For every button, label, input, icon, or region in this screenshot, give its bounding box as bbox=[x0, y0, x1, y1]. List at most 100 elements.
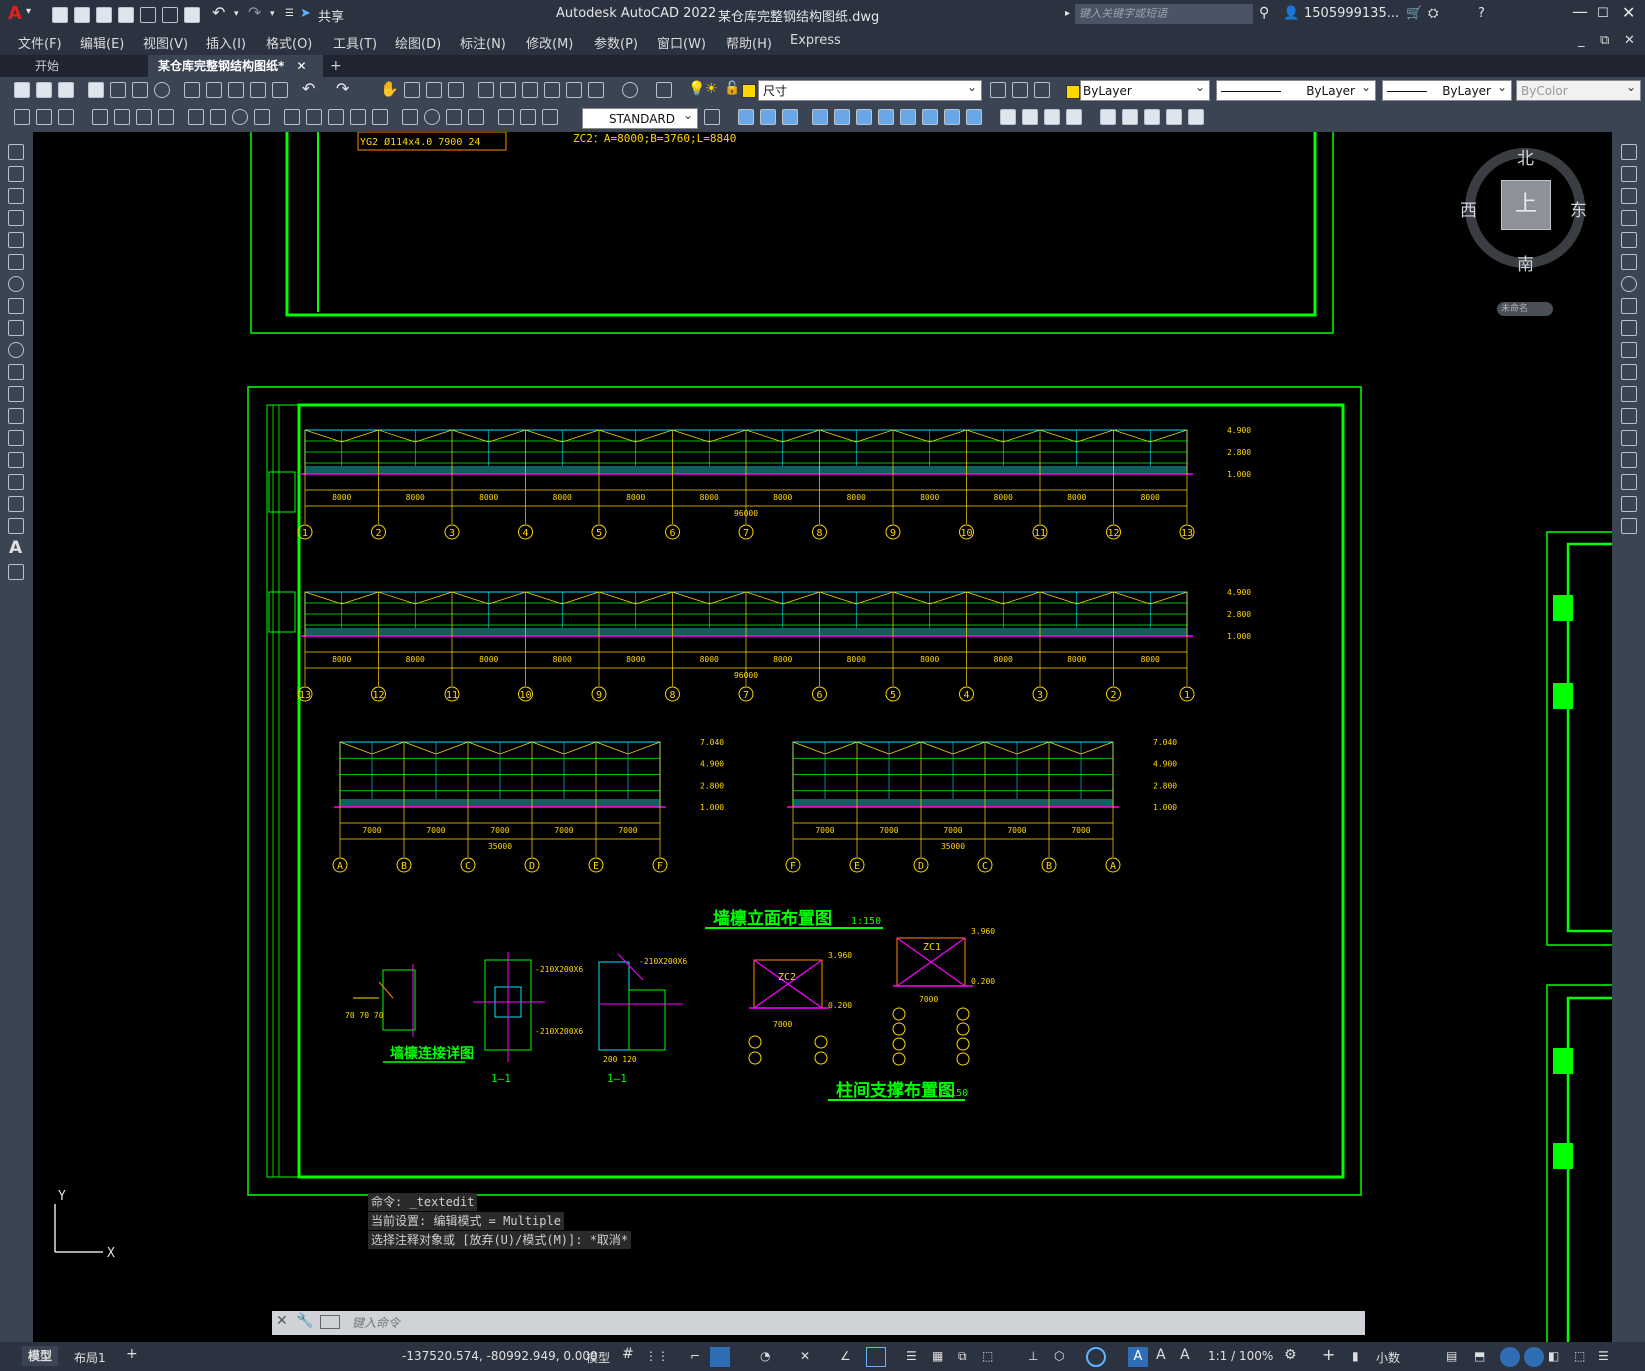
lock-ui-icon[interactable]: ⬒ bbox=[1474, 1349, 1485, 1363]
layout-tab-new[interactable]: + bbox=[126, 1346, 138, 1362]
line-icon[interactable] bbox=[8, 144, 24, 160]
isodraft-icon[interactable]: ✕ bbox=[800, 1349, 810, 1363]
arc-icon[interactable] bbox=[8, 254, 24, 270]
tab-current-drawing[interactable]: 某仓库完整钢结构图纸* ✕ bbox=[148, 55, 323, 77]
3d-dwf-icon[interactable] bbox=[154, 82, 170, 98]
units-icon[interactable]: ▮ bbox=[1352, 1349, 1359, 1363]
viewcube-south[interactable]: 南 bbox=[1517, 250, 1534, 275]
hardware-accel-icon[interactable]: ◧ bbox=[1548, 1349, 1559, 1363]
model-space-toggle[interactable]: 模型 bbox=[586, 1349, 610, 1366]
pan-icon[interactable]: ✋ bbox=[380, 80, 399, 98]
tb-redo-icon[interactable]: ↷ bbox=[336, 79, 349, 98]
user-name[interactable]: 1505999135... bbox=[1304, 6, 1399, 21]
break-point-icon[interactable] bbox=[1621, 386, 1637, 402]
tb2-tool-1-icon[interactable] bbox=[14, 109, 30, 125]
snap-icon[interactable]: ⋮⋮ bbox=[645, 1349, 669, 1363]
undo-icon[interactable]: ↶ bbox=[212, 3, 225, 22]
taper-faces-icon[interactable] bbox=[922, 109, 938, 125]
section-icon[interactable] bbox=[1144, 109, 1160, 125]
menu-express[interactable]: Express bbox=[790, 33, 841, 48]
help-icon[interactable]: ? bbox=[1478, 6, 1485, 21]
print-icon[interactable] bbox=[88, 82, 104, 98]
add-selected-icon[interactable] bbox=[8, 564, 24, 580]
copy-faces-icon[interactable] bbox=[944, 109, 960, 125]
customize-qat-icon[interactable]: ☰ bbox=[285, 8, 294, 19]
tb2-tool-3-icon[interactable] bbox=[58, 109, 74, 125]
dim-ordinate-icon[interactable] bbox=[158, 109, 174, 125]
annotation-scale-icon[interactable]: A bbox=[1180, 1347, 1190, 1363]
join-icon[interactable] bbox=[1621, 430, 1637, 446]
jogged-linear-icon[interactable] bbox=[468, 109, 484, 125]
web-open-icon[interactable] bbox=[140, 7, 156, 23]
menu-view[interactable]: 视图(V) bbox=[143, 33, 188, 52]
copy-icon[interactable] bbox=[206, 82, 222, 98]
fillet-icon[interactable] bbox=[1621, 474, 1637, 490]
undo-dropdown-icon[interactable]: ▾ bbox=[234, 9, 239, 19]
menu-help[interactable]: 帮助(H) bbox=[726, 33, 772, 52]
make-current-icon[interactable] bbox=[990, 82, 1006, 98]
layer-on-icon[interactable]: 💡 bbox=[688, 81, 705, 97]
dim-update-icon[interactable] bbox=[542, 109, 558, 125]
linetype-dropdown[interactable]: ByLayer bbox=[1216, 77, 1376, 101]
store-icon[interactable]: 🛒 bbox=[1406, 6, 1422, 21]
doc-minimize-icon[interactable]: _ bbox=[1578, 33, 1585, 48]
annotation-monitor-icon[interactable]: + bbox=[1322, 1345, 1335, 1364]
array-icon[interactable] bbox=[1621, 232, 1637, 248]
print-preview-icon[interactable] bbox=[110, 82, 126, 98]
tab-close-icon[interactable]: ✕ bbox=[296, 59, 306, 73]
publish-icon[interactable] bbox=[132, 82, 148, 98]
dim-angular-icon[interactable] bbox=[254, 109, 270, 125]
erase-icon[interactable] bbox=[1621, 144, 1637, 160]
infer-icon[interactable]: ⌐ bbox=[690, 1349, 700, 1363]
minimize-icon[interactable]: — bbox=[1572, 2, 1588, 21]
isolate-objects-icon[interactable] bbox=[1500, 1347, 1520, 1367]
quick-properties-icon[interactable]: ▤ bbox=[1446, 1349, 1457, 1363]
share-button[interactable]: 共享 bbox=[318, 6, 344, 25]
cmdline-customize-icon[interactable]: 🔧 bbox=[296, 1313, 313, 1329]
tb-undo-icon[interactable]: ↶ bbox=[302, 79, 315, 98]
redo-dropdown-icon[interactable]: ▾ bbox=[270, 9, 275, 19]
shell-icon[interactable] bbox=[1066, 109, 1082, 125]
circle-icon[interactable] bbox=[8, 276, 24, 292]
sheet-set-icon[interactable] bbox=[544, 82, 560, 98]
search-expand-icon[interactable]: ▸ bbox=[1065, 8, 1070, 19]
annotation-visibility-icon[interactable]: A bbox=[1128, 1347, 1148, 1367]
calculator-icon[interactable] bbox=[588, 82, 604, 98]
subtract-icon[interactable] bbox=[760, 109, 776, 125]
dim-radius-icon[interactable] bbox=[188, 109, 204, 125]
gradient-icon[interactable] bbox=[8, 474, 24, 490]
viewcube-west[interactable]: 西 bbox=[1460, 196, 1477, 221]
dim-text-edit-icon[interactable] bbox=[520, 109, 536, 125]
stretch-icon[interactable] bbox=[1621, 320, 1637, 336]
grid-icon[interactable]: # bbox=[622, 1346, 634, 1362]
layer-unlock-icon[interactable]: 🔓 bbox=[724, 81, 740, 96]
revcloud-icon[interactable] bbox=[8, 298, 24, 314]
dim-jogged-icon[interactable] bbox=[210, 109, 226, 125]
viewcube-north[interactable]: 北 bbox=[1517, 144, 1534, 169]
dim-style-dropdown[interactable]: STANDARD bbox=[582, 105, 698, 129]
doc-close-icon[interactable]: ✕ bbox=[1624, 33, 1635, 48]
move-icon[interactable] bbox=[1621, 254, 1637, 270]
rectangle-icon[interactable] bbox=[8, 232, 24, 248]
layer-state-icon[interactable] bbox=[1034, 82, 1050, 98]
cmdline-recent-icon[interactable] bbox=[320, 1315, 340, 1329]
transparency-icon[interactable]: ▦ bbox=[932, 1349, 943, 1363]
layer-dropdown[interactable]: 尺寸 bbox=[758, 77, 982, 101]
help-search-input[interactable]: 键入关键字或短语 bbox=[1075, 4, 1253, 24]
extrude-faces-icon[interactable] bbox=[812, 109, 828, 125]
explode-icon[interactable] bbox=[1621, 518, 1637, 534]
units-value[interactable]: 小数 bbox=[1376, 1349, 1400, 1366]
connect-icon[interactable]: ⛭ bbox=[1428, 6, 1438, 21]
save-icon[interactable] bbox=[96, 7, 112, 23]
gizmo-icon[interactable] bbox=[1086, 1347, 1106, 1367]
rotate-faces-icon[interactable] bbox=[900, 109, 916, 125]
cmdline-close-icon[interactable]: ✕ bbox=[276, 1313, 288, 1329]
table-icon[interactable] bbox=[8, 518, 24, 534]
dim-linear-icon[interactable] bbox=[92, 109, 108, 125]
delete-faces-icon[interactable] bbox=[878, 109, 894, 125]
viewcube-top-face[interactable]: 上 bbox=[1501, 180, 1551, 230]
match-prop-icon[interactable] bbox=[250, 82, 266, 98]
command-input[interactable]: 键入命令 bbox=[352, 1314, 1352, 1332]
share-icon[interactable]: ➤ bbox=[300, 6, 311, 21]
plotstyle-dropdown[interactable]: ByColor bbox=[1516, 77, 1641, 101]
